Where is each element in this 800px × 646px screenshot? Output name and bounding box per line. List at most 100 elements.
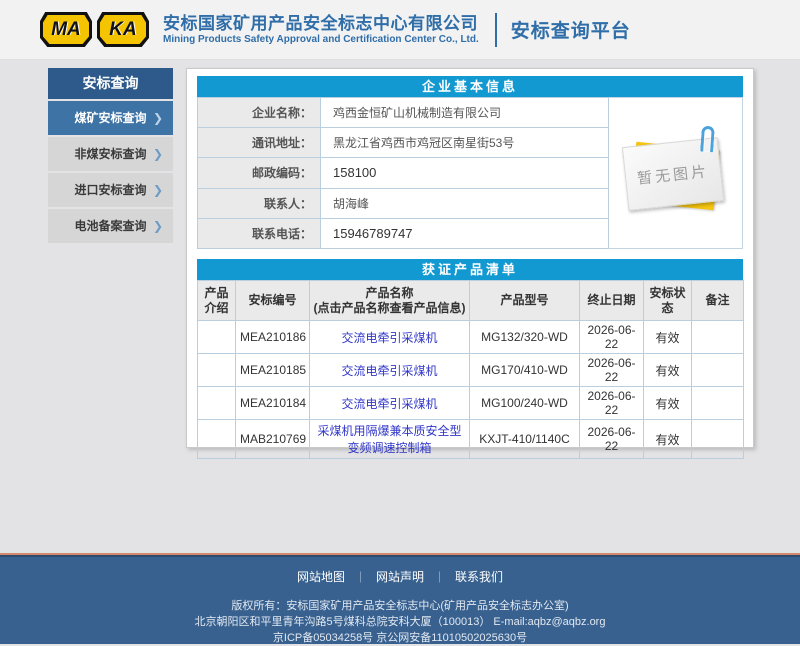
sidebar-item-label: 电池备案查询 bbox=[74, 219, 146, 233]
no-image-text: 暂无图片 bbox=[636, 160, 710, 188]
company-name-value: 鸡西金恒矿山机械制造有限公司 bbox=[321, 98, 609, 128]
sidebar-item-label: 煤矿安标查询 bbox=[74, 111, 146, 125]
company-info-section: 企业名称： 鸡西金恒矿山机械制造有限公司 通讯地址： 黑龙江省鸡西市鸡冠区南星街… bbox=[197, 97, 743, 249]
cell-intro bbox=[198, 321, 236, 354]
table-row: MAB210769 采煤机用隔爆兼本质安全型变频调速控制箱 KXJT-410/1… bbox=[198, 420, 744, 459]
cell-code: MEA210185 bbox=[236, 354, 310, 387]
platform-title: 安标查询平台 bbox=[511, 16, 631, 43]
col-header-intro: 产品介绍 bbox=[198, 281, 236, 321]
footer-link-sitemap[interactable]: 网站地图 bbox=[297, 570, 345, 584]
address-label: 通讯地址： bbox=[198, 128, 321, 158]
cell-model: KXJT-410/1140C bbox=[470, 420, 580, 459]
cell-remark bbox=[692, 354, 744, 387]
product-list-title: 获证产品清单 bbox=[197, 259, 743, 280]
product-name-link[interactable]: 交流电牵引采煤机 bbox=[341, 364, 437, 378]
org-titles: 安标国家矿用产品安全标志中心有限公司 Mining Products Safet… bbox=[163, 14, 479, 45]
cell-status: 有效 bbox=[644, 420, 692, 459]
copyright-line-1: 版权所有：安标国家矿用产品安全标志中心(矿用产品安全标志办公室) bbox=[0, 598, 800, 614]
cell-status: 有效 bbox=[644, 354, 692, 387]
company-info-title: 企业基本信息 bbox=[197, 76, 743, 97]
cell-intro bbox=[198, 420, 236, 459]
table-row: 邮政编码： 158100 bbox=[198, 158, 609, 188]
content-panel: 企业基本信息 企业名称： 鸡西金恒矿山机械制造有限公司 通讯地址： 黑龙江省鸡西… bbox=[186, 68, 754, 448]
cell-code: MEA210186 bbox=[236, 321, 310, 354]
table-row: MEA210185 交流电牵引采煤机 MG170/410-WD 2026-06-… bbox=[198, 354, 744, 387]
product-name-link[interactable]: 采煤机用隔爆兼本质安全型变频调速控制箱 bbox=[317, 424, 461, 455]
no-image-placeholder: 暂无图片 bbox=[609, 97, 743, 249]
cell-code: MEA210184 bbox=[236, 387, 310, 420]
maka-logo[interactable]: MA KA bbox=[40, 12, 149, 47]
cell-model: MG100/240-WD bbox=[470, 387, 580, 420]
ka-badge-icon: KA bbox=[97, 12, 149, 47]
header-divider bbox=[495, 13, 497, 47]
col-header-expire: 终止日期 bbox=[580, 281, 644, 321]
footer-link-separator: ｜ bbox=[355, 572, 366, 584]
sidebar-nav: 安标查询 煤矿安标查询 ❯ 非煤安标查询 ❯ 进口安标查询 ❯ 电池备案查询 ❯ bbox=[48, 68, 173, 243]
footer-link-contact[interactable]: 联系我们 bbox=[455, 570, 503, 584]
chevron-right-icon: ❯ bbox=[153, 209, 163, 243]
col-header-name: 产品名称 (点击产品名称查看产品信息) bbox=[310, 281, 470, 321]
cell-expire: 2026-06-22 bbox=[580, 321, 644, 354]
cell-remark bbox=[692, 420, 744, 459]
sidebar-item-label: 进口安标查询 bbox=[74, 183, 146, 197]
contact-value: 胡海峰 bbox=[321, 188, 609, 218]
cell-expire: 2026-06-22 bbox=[580, 387, 644, 420]
ma-badge-text: MA bbox=[43, 15, 89, 44]
col-header-name-main: 产品名称 bbox=[312, 286, 467, 301]
cell-status: 有效 bbox=[644, 387, 692, 420]
table-row: MEA210184 交流电牵引采煤机 MG100/240-WD 2026-06-… bbox=[198, 387, 744, 420]
cell-expire: 2026-06-22 bbox=[580, 354, 644, 387]
sidebar-item-battery-query[interactable]: 电池备案查询 ❯ bbox=[48, 209, 173, 243]
sidebar-item-import-query[interactable]: 进口安标查询 ❯ bbox=[48, 173, 173, 207]
product-name-link[interactable]: 交流电牵引采煤机 bbox=[341, 397, 437, 411]
footer-link-separator: ｜ bbox=[434, 572, 445, 584]
sidebar-title: 安标查询 bbox=[48, 68, 173, 99]
table-row: 联系电话： 15946789747 bbox=[198, 218, 609, 248]
col-header-model: 产品型号 bbox=[470, 281, 580, 321]
paperclip-icon bbox=[700, 126, 715, 153]
col-header-name-sub: (点击产品名称查看产品信息) bbox=[312, 301, 467, 316]
phone-label: 联系电话： bbox=[198, 218, 321, 248]
sidebar-item-coal-query[interactable]: 煤矿安标查询 ❯ bbox=[48, 101, 173, 135]
sidebar-item-noncoal-query[interactable]: 非煤安标查询 ❯ bbox=[48, 137, 173, 171]
col-header-remark: 备注 bbox=[692, 281, 744, 321]
product-name-link[interactable]: 交流电牵引采煤机 bbox=[341, 331, 437, 345]
app-root: { "header": { "logo_badges": ["MA", "KA"… bbox=[0, 0, 800, 644]
ka-badge-text: KA bbox=[100, 15, 146, 44]
chevron-right-icon: ❯ bbox=[153, 101, 163, 135]
top-header: MA KA 安标国家矿用产品安全标志中心有限公司 Mining Products… bbox=[0, 0, 800, 60]
company-name-label: 企业名称： bbox=[198, 98, 321, 128]
page-footer: 网站地图 ｜ 网站声明 ｜ 联系我们 版权所有：安标国家矿用产品安全标志中心(矿用产品安… bbox=[0, 553, 800, 644]
table-row: 联系人： 胡海峰 bbox=[198, 188, 609, 218]
footer-link-statement[interactable]: 网站声明 bbox=[376, 570, 424, 584]
footer-links: 网站地图 ｜ 网站声明 ｜ 联系我们 bbox=[0, 555, 800, 585]
ma-badge-icon: MA bbox=[40, 12, 92, 47]
sidebar-item-label: 非煤安标查询 bbox=[74, 147, 146, 161]
cell-status: 有效 bbox=[644, 321, 692, 354]
org-name-en: Mining Products Safety Approval and Cert… bbox=[163, 34, 479, 46]
cell-name: 采煤机用隔爆兼本质安全型变频调速控制箱 bbox=[310, 420, 470, 459]
org-name-cn: 安标国家矿用产品安全标志中心有限公司 bbox=[163, 14, 479, 34]
chevron-right-icon: ❯ bbox=[153, 137, 163, 171]
postcode-value: 158100 bbox=[321, 158, 609, 188]
cell-model: MG132/320-WD bbox=[470, 321, 580, 354]
product-list-section: 获证产品清单 产品介绍 安标编号 产品名称 (点击产品名称查看产品信息) 产品型… bbox=[197, 259, 743, 459]
cell-intro bbox=[198, 354, 236, 387]
postcode-label: 邮政编码： bbox=[198, 158, 321, 188]
contact-label: 联系人： bbox=[198, 188, 321, 218]
col-header-code: 安标编号 bbox=[236, 281, 310, 321]
cell-intro bbox=[198, 387, 236, 420]
cell-name: 交流电牵引采煤机 bbox=[310, 354, 470, 387]
product-table: 产品介绍 安标编号 产品名称 (点击产品名称查看产品信息) 产品型号 终止日期 … bbox=[197, 280, 744, 459]
cell-name: 交流电牵引采煤机 bbox=[310, 387, 470, 420]
address-value: 黑龙江省鸡西市鸡冠区南星街53号 bbox=[321, 128, 609, 158]
phone-value: 15946789747 bbox=[321, 218, 609, 248]
chevron-right-icon: ❯ bbox=[153, 173, 163, 207]
cell-model: MG170/410-WD bbox=[470, 354, 580, 387]
cell-remark bbox=[692, 387, 744, 420]
cell-code: MAB210769 bbox=[236, 420, 310, 459]
col-header-status: 安标状态 bbox=[644, 281, 692, 321]
table-row: MEA210186 交流电牵引采煤机 MG132/320-WD 2026-06-… bbox=[198, 321, 744, 354]
table-row: 通讯地址： 黑龙江省鸡西市鸡冠区南星街53号 bbox=[198, 128, 609, 158]
cell-expire: 2026-06-22 bbox=[580, 420, 644, 459]
